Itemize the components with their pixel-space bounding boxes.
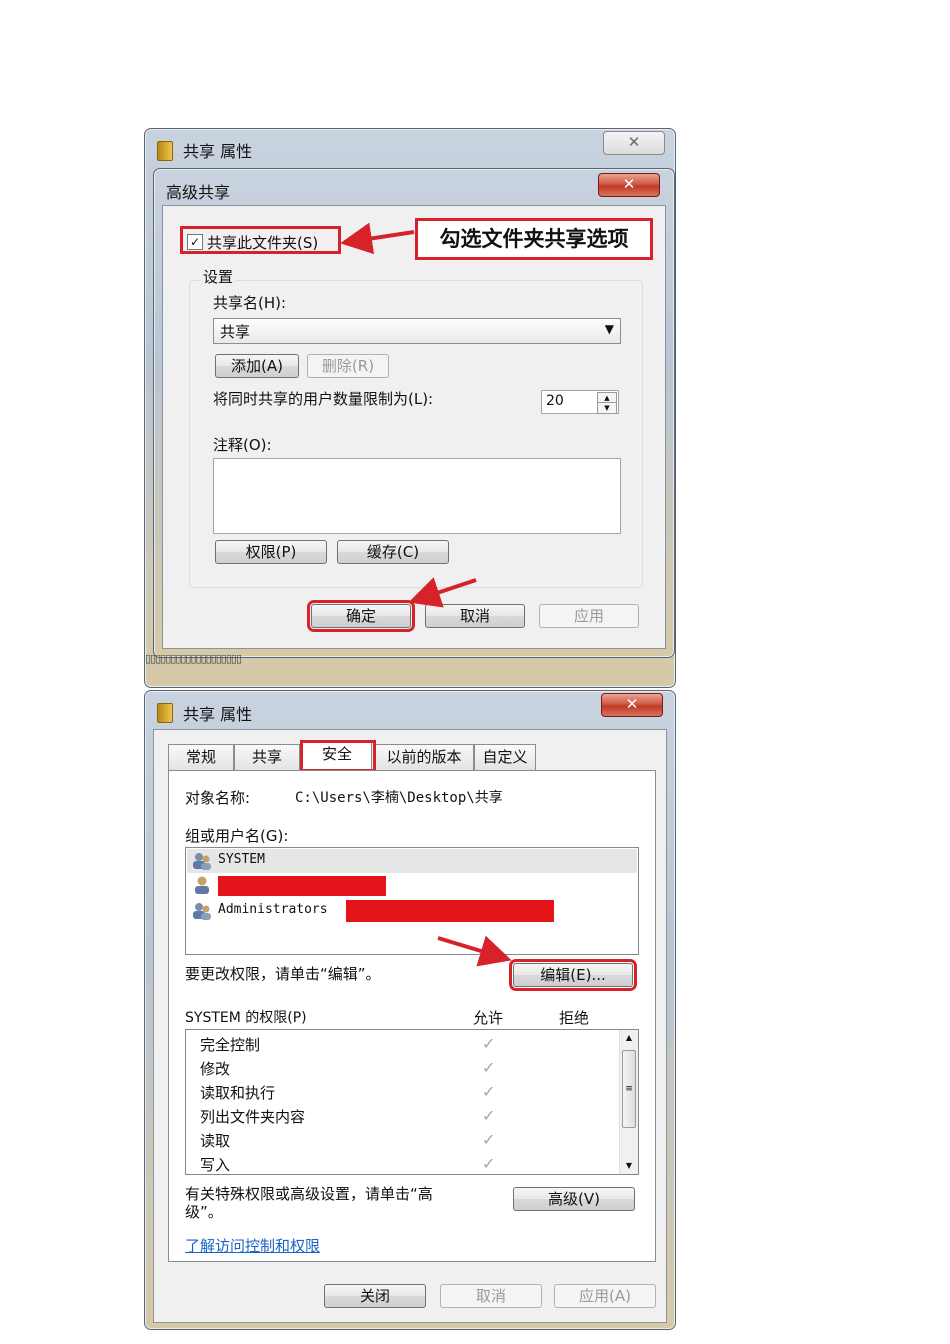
advanced-hint-line2: 级”。 <box>185 1203 223 1221</box>
redacted-admin-suffix <box>346 900 554 922</box>
allow-check-icon: ✓ <box>482 1058 496 1077</box>
properties-dialog-body: 常规 共享 安全 以前的版本 自定义 对象名称: C:\Users\李楠\Des… <box>153 729 667 1323</box>
security-properties-dialog: 共享 属性 ✕ 常规 共享 安全 以前的版本 自定义 对象名称: C:\User… <box>144 690 676 1330</box>
advanced-cancel-button[interactable]: 取消 <box>425 604 525 628</box>
callout-box: 勾选文件夹共享选项 <box>415 218 653 260</box>
close-button[interactable]: 关闭 <box>324 1284 426 1308</box>
comment-textarea[interactable] <box>213 458 621 534</box>
properties-dialog-title: 共享 属性 <box>183 705 253 724</box>
ok-button[interactable]: 确定 <box>307 600 415 632</box>
scroll-thumb[interactable]: ≡ <box>622 1050 636 1128</box>
permission-name: 列出文件夹内容 <box>200 1108 306 1126</box>
advanced-button[interactable]: 高级(V) <box>513 1187 635 1211</box>
tab-sharing[interactable]: 共享 <box>234 744 300 770</box>
object-name-label: 对象名称: <box>185 789 251 807</box>
user-limit-stepper[interactable]: 20 ▲ ▼ <box>541 390 619 414</box>
folder-icon <box>157 703 173 723</box>
share-name-dropdown[interactable]: 共享 ▼ <box>213 318 621 344</box>
allow-check-icon: ✓ <box>482 1106 496 1125</box>
garbled-text-strip: ▯▯▯▯▯▯▯▯▯▯▯▯▯▯▯▯▯▯▯ <box>145 652 242 665</box>
edit-button[interactable]: 编辑(E)... <box>509 959 637 991</box>
remove-button[interactable]: 删除(R) <box>307 354 389 378</box>
group-users-icon <box>192 902 212 920</box>
redacted-user-name <box>218 876 386 896</box>
permissions-button[interactable]: 权限(P) <box>215 540 327 564</box>
user-name-system: SYSTEM <box>218 852 265 867</box>
background-close-button[interactable]: ✕ <box>603 131 665 155</box>
properties-apply-button[interactable]: 应用(A) <box>554 1284 656 1308</box>
group-users-icon <box>192 852 212 870</box>
edit-hint-text: 要更改权限，请单击“编辑”。 <box>185 965 381 983</box>
background-window-title: 共享 属性 <box>183 142 253 161</box>
permissions-header-label: SYSTEM 的权限(P) <box>185 1010 307 1026</box>
settings-group-title: 设置 <box>201 266 236 287</box>
advanced-dialog-title: 高级共享 <box>166 183 231 202</box>
permission-name: 读取和执行 <box>200 1084 276 1102</box>
properties-cancel-button[interactable]: 取消 <box>440 1284 542 1308</box>
permissions-listbox[interactable]: 完全控制 ✓ 修改 ✓ 读取和执行 ✓ 列出文件夹内容 ✓ 读取 ✓ 写入 ✓ … <box>185 1029 639 1175</box>
permission-name: 完全控制 <box>200 1036 261 1054</box>
cache-button[interactable]: 缓存(C) <box>337 540 449 564</box>
tab-customize[interactable]: 自定义 <box>474 744 536 770</box>
vertical-scrollbar[interactable]: ▲ ≡ ▼ <box>619 1030 638 1174</box>
chevron-down-icon: ▼ <box>604 322 614 336</box>
share-name-label: 共享名(H): <box>213 294 287 312</box>
allow-check-icon: ✓ <box>482 1034 496 1053</box>
properties-close-button[interactable]: ✕ <box>601 693 663 717</box>
tab-general[interactable]: 常规 <box>168 744 234 770</box>
advanced-dialog-body: ✓ 共享此文件夹(S) 勾选文件夹共享选项 设置 共享名(H): 共享 ▼ 添加… <box>162 205 666 649</box>
permission-name: 读取 <box>200 1132 231 1150</box>
spin-down-icon[interactable]: ▼ <box>597 402 617 414</box>
allow-check-icon: ✓ <box>482 1130 496 1149</box>
object-name-value: C:\Users\李楠\Desktop\共享 <box>295 790 503 806</box>
allow-check-icon: ✓ <box>482 1082 496 1101</box>
add-button[interactable]: 添加(A) <box>215 354 299 378</box>
permission-name: 写入 <box>200 1156 231 1174</box>
user-limit-value: 20 <box>546 393 564 409</box>
security-tab-panel: 对象名称: C:\Users\李楠\Desktop\共享 组或用户名(G): S… <box>168 770 656 1262</box>
advanced-apply-button[interactable]: 应用 <box>539 604 639 628</box>
checkbox-highlight <box>180 226 341 254</box>
learn-access-control-link[interactable]: 了解访问控制和权限 <box>185 1235 320 1256</box>
scroll-down-icon[interactable]: ▼ <box>620 1158 638 1174</box>
advanced-close-button[interactable]: ✕ <box>598 173 660 197</box>
deny-column-header: 拒绝 <box>559 1009 590 1027</box>
user-limit-label: 将同时共享的用户数量限制为(L): <box>213 390 434 408</box>
scroll-up-icon[interactable]: ▲ <box>620 1030 638 1046</box>
security-tab-highlight <box>300 740 376 772</box>
group-users-label: 组或用户名(G): <box>185 827 289 845</box>
permission-name: 修改 <box>200 1060 231 1078</box>
advanced-sharing-dialog: 高级共享 ✕ ✓ 共享此文件夹(S) 勾选文件夹共享选项 设置 共享名(H): … <box>153 168 675 658</box>
tab-previous-versions[interactable]: 以前的版本 <box>374 744 474 770</box>
share-name-value: 共享 <box>220 323 251 341</box>
users-listbox[interactable]: SYSTEM Administrators <box>185 847 639 955</box>
allow-column-header: 允许 <box>473 1009 504 1027</box>
single-user-icon <box>192 876 212 894</box>
user-name-administrators: Administrators <box>218 902 328 917</box>
allow-check-icon: ✓ <box>482 1154 496 1173</box>
comment-label: 注释(O): <box>213 436 272 454</box>
folder-icon <box>157 141 173 161</box>
